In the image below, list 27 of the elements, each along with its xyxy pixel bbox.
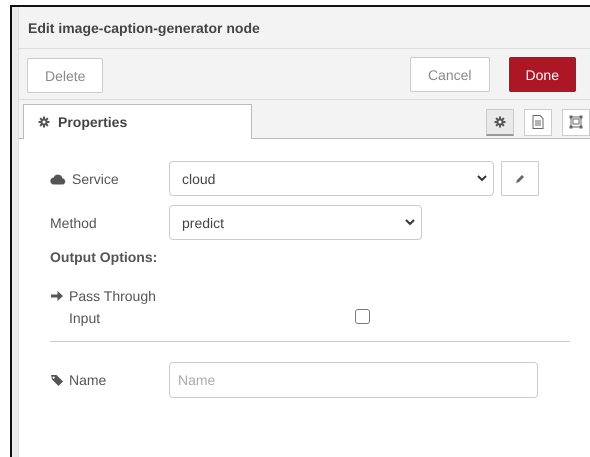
chevron-icon (405, 219, 415, 226)
dropdown[interactable]: predict (169, 205, 422, 240)
gear-icon (38, 116, 50, 128)
document-icon (532, 115, 544, 129)
pencil-icon (515, 174, 525, 184)
settings-tab[interactable] (486, 108, 514, 136)
field-label: Method (50, 214, 97, 230)
cloud-icon (50, 172, 67, 184)
field-label: Name (69, 372, 106, 388)
properties-tab[interactable]: Properties (23, 104, 252, 139)
chevron-icon (477, 175, 487, 182)
section-heading: Output Options: (50, 249, 158, 265)
document-tab[interactable] (524, 108, 552, 136)
arrow-icon (50, 290, 64, 302)
dialog-button[interactable]: Cancel (410, 57, 490, 92)
checkbox[interactable] (355, 309, 370, 324)
dialog-button[interactable]: Delete (27, 58, 104, 93)
tag-icon (50, 374, 64, 386)
frame-tab[interactable] (562, 108, 590, 136)
name-field[interactable]: Name (169, 362, 538, 398)
done-button[interactable]: Done (508, 57, 576, 92)
field-label: Service (72, 170, 119, 186)
frame-icon (569, 115, 583, 129)
field-label: Pass Through Input (69, 287, 157, 328)
gear-icon (494, 116, 506, 128)
dialog-title: Edit image-caption-generator node (19, 7, 590, 49)
dropdown[interactable]: cloud (169, 161, 494, 196)
